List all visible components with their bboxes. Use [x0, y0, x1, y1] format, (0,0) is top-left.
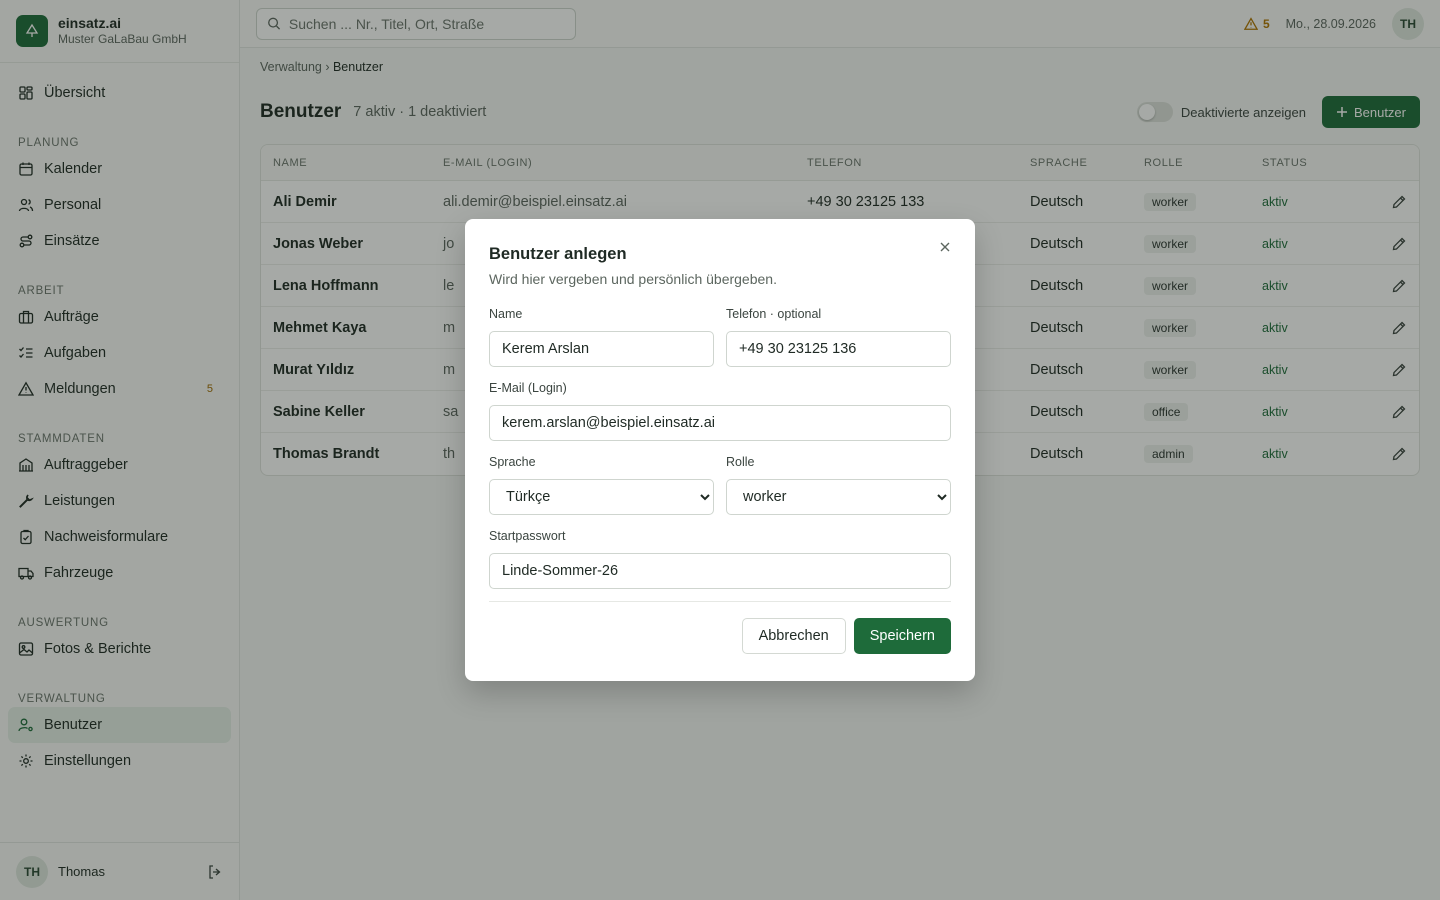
name-label: Name [489, 307, 523, 321]
language-label: Sprache [489, 455, 536, 469]
email-label: E-Mail (Login) [489, 381, 567, 395]
phone-label: Telefon · optional [726, 307, 822, 321]
phone-field[interactable] [726, 331, 951, 367]
create-user-dialog: Benutzer anlegen Wird hier vergeben und … [465, 219, 975, 681]
close-icon[interactable] [937, 239, 953, 255]
language-select[interactable]: Türkçe [489, 479, 714, 515]
password-label: Startpasswort [489, 529, 566, 543]
role-label: Rolle [726, 455, 755, 469]
dialog-title: Benutzer anlegen [489, 245, 627, 263]
dialog-divider [489, 601, 951, 602]
name-field[interactable] [489, 331, 714, 367]
email-field[interactable] [489, 405, 951, 441]
save-button[interactable]: Speichern [853, 618, 951, 654]
start-password-field[interactable] [489, 553, 951, 589]
role-select[interactable]: worker [726, 479, 951, 515]
cancel-button[interactable]: Abbrechen [741, 618, 846, 654]
dialog-subtitle: Wird hier vergeben und persönlich überge… [489, 271, 777, 287]
